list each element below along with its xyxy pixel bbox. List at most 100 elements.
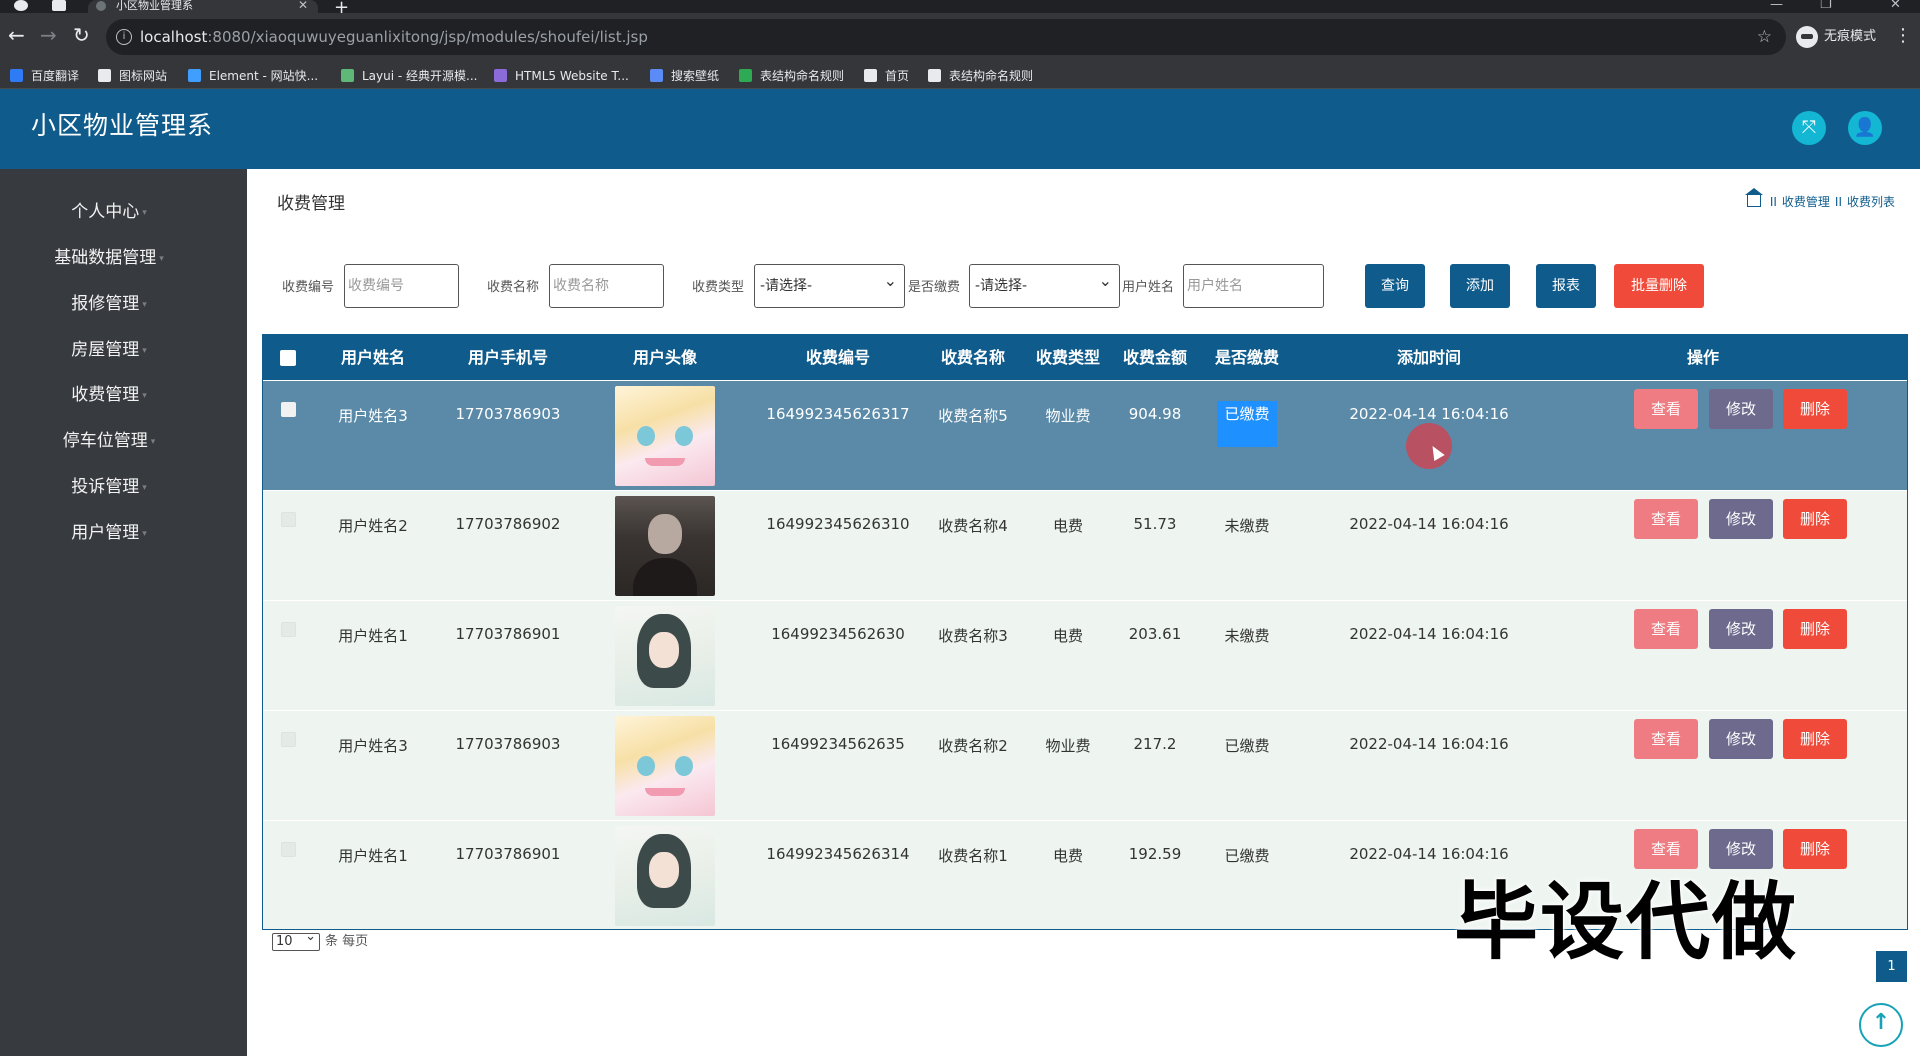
fee-code-input[interactable]: 收费编号 bbox=[344, 264, 459, 308]
cell-added-time: 2022-04-14 16:04:16 bbox=[1349, 625, 1509, 643]
row-checkbox[interactable] bbox=[281, 512, 296, 527]
delete-button[interactable]: 删除 bbox=[1783, 389, 1847, 429]
column-header: 操作 bbox=[1686, 348, 1719, 367]
column-header: 添加时间 bbox=[1396, 348, 1461, 367]
view-button[interactable]: 查看 bbox=[1634, 389, 1698, 429]
search-button[interactable]: 查询 bbox=[1365, 264, 1425, 308]
row-checkbox[interactable] bbox=[281, 842, 296, 857]
window-icon bbox=[52, 0, 66, 11]
cell-phone: 17703786901 bbox=[455, 845, 561, 863]
fee-name-input[interactable]: 收费名称 bbox=[549, 264, 664, 308]
cell-phone: 17703786901 bbox=[455, 625, 561, 643]
cell-fee-type: 物业费 bbox=[1045, 407, 1091, 425]
breadcrumb-item-fee-management[interactable]: 收费管理 bbox=[1782, 195, 1830, 209]
sidebar-item-basic-data[interactable]: 基础数据管理 bbox=[0, 238, 218, 278]
cell-added-time: 2022-04-14 16:04:16 bbox=[1349, 735, 1509, 753]
bookmark-item[interactable]: Element - 网站快... bbox=[188, 67, 318, 85]
blonde-anime-avatar bbox=[615, 716, 715, 816]
breadcrumb: II 收费管理 II 收费列表 bbox=[1744, 188, 1895, 210]
incognito-indicator[interactable]: 无痕模式 bbox=[1796, 21, 1876, 53]
breadcrumb-item-fee-list: 收费列表 bbox=[1846, 195, 1895, 209]
cell-amount: 192.59 bbox=[1128, 845, 1182, 863]
delete-button[interactable]: 删除 bbox=[1783, 609, 1847, 649]
bookmark-item[interactable]: 表结构命名规则 bbox=[928, 67, 1033, 85]
sidebar-item-house[interactable]: 房屋管理 bbox=[0, 330, 218, 370]
edit-button[interactable]: 修改 bbox=[1709, 389, 1773, 429]
table-row[interactable]: 用户姓名2 17703786902 164992345626310 收费名称4 电费 51… bbox=[263, 490, 1907, 600]
user-avatar-icon[interactable]: 👤 bbox=[1848, 111, 1882, 145]
bookmark-item[interactable]: HTML5 Website T... bbox=[494, 67, 629, 85]
column-header: 收费编号 bbox=[805, 348, 870, 367]
page-number-button[interactable]: 1 bbox=[1876, 951, 1907, 982]
bookmark-item[interactable]: 搜索壁纸 bbox=[650, 67, 719, 85]
bookmark-label: 图标网站 bbox=[119, 69, 168, 83]
sidebar-item-repair[interactable]: 报修管理 bbox=[0, 284, 218, 324]
view-button[interactable]: 查看 bbox=[1634, 499, 1698, 539]
back-to-top-icon[interactable]: ↑ bbox=[1859, 1003, 1903, 1047]
view-button[interactable]: 查看 bbox=[1634, 719, 1698, 759]
paid-status-select[interactable]: -请选择- bbox=[969, 260, 1120, 308]
browser-menu-icon[interactable]: ⋮ bbox=[1894, 25, 1912, 46]
bookmark-label: 首页 bbox=[885, 69, 910, 83]
row-checkbox[interactable] bbox=[281, 622, 296, 637]
close-tab-icon[interactable]: ✕ bbox=[298, 0, 308, 11]
bookmark-item[interactable]: 百度翻译 bbox=[10, 67, 79, 85]
edit-button[interactable]: 修改 bbox=[1709, 609, 1773, 649]
url-input[interactable]: i localhost:8080/xiaoquwuyeguanlixitong/… bbox=[106, 19, 1786, 55]
view-button[interactable]: 查看 bbox=[1634, 609, 1698, 649]
batch-delete-button[interactable]: 批量删除 bbox=[1614, 264, 1704, 308]
bookmark-item[interactable]: Layui - 经典开源模... bbox=[341, 67, 477, 85]
man-photo-avatar bbox=[615, 496, 715, 596]
sidebar-item-complaint[interactable]: 投诉管理 bbox=[0, 467, 218, 507]
close-window-icon[interactable]: ✕ bbox=[1890, 0, 1901, 12]
table-row[interactable]: 用户姓名3 17703786903 16499234562635 收费名称2 物业费 21… bbox=[263, 710, 1907, 820]
edit-button[interactable]: 修改 bbox=[1709, 719, 1773, 759]
cell-fee-type: 电费 bbox=[1052, 847, 1083, 865]
cell-amount: 51.73 bbox=[1133, 515, 1177, 533]
page-size-select[interactable]: 10 bbox=[272, 929, 320, 951]
edit-button[interactable]: 修改 bbox=[1709, 499, 1773, 539]
browser-tab[interactable]: 小区物业管理系 ✕ bbox=[88, 0, 318, 13]
column-header: 收费金额 bbox=[1122, 348, 1187, 367]
sidebar-item-parking[interactable]: 停车位管理 bbox=[0, 421, 218, 461]
column-header: 用户手机号 bbox=[467, 348, 548, 367]
column-header: 用户头像 bbox=[632, 348, 697, 367]
bookmark-item[interactable]: 图标网站 bbox=[98, 67, 167, 85]
select-all-checkbox[interactable] bbox=[280, 350, 296, 366]
restore-icon[interactable]: ❐ bbox=[1820, 0, 1832, 12]
page-size-control: 10 条 每页 bbox=[272, 929, 368, 951]
sidebar-item-user[interactable]: 用户管理 bbox=[0, 513, 218, 553]
sidebar-item-personal-center[interactable]: 个人中心 bbox=[0, 192, 218, 232]
forward-icon[interactable]: → bbox=[40, 25, 57, 45]
bookmark-item[interactable]: 首页 bbox=[864, 67, 909, 85]
bookmark-star-icon[interactable]: ☆ bbox=[1757, 19, 1772, 55]
browser-logo-icon bbox=[14, 0, 28, 11]
bookmark-label: Element - 网站快... bbox=[209, 69, 319, 83]
cell-fee-name: 收费名称1 bbox=[938, 847, 1008, 865]
table-row[interactable]: 用户姓名1 17703786901 16499234562630 收费名称3 电费 203… bbox=[263, 600, 1907, 710]
sidebar-item-fee[interactable]: 收费管理 bbox=[0, 375, 218, 415]
row-checkbox[interactable] bbox=[281, 732, 296, 747]
report-button[interactable]: 报表 bbox=[1536, 264, 1596, 308]
add-button[interactable]: 添加 bbox=[1450, 264, 1510, 308]
cell-user-name: 用户姓名1 bbox=[338, 627, 408, 645]
fullscreen-icon[interactable]: ⤧ bbox=[1792, 111, 1826, 145]
reload-icon[interactable]: ↻ bbox=[73, 25, 90, 45]
fee-type-select[interactable]: -请选择- bbox=[754, 260, 905, 308]
home-icon[interactable] bbox=[1744, 188, 1763, 207]
user-name-input[interactable]: 用户姓名 bbox=[1183, 264, 1324, 308]
page-title: 收费管理 bbox=[277, 194, 345, 214]
cell-paid-status: 已缴费 bbox=[1224, 737, 1270, 755]
back-icon[interactable]: ← bbox=[8, 25, 25, 45]
minimize-icon[interactable]: — bbox=[1770, 0, 1783, 12]
browser-tabbar: 小区物业管理系 ✕ + — ❐ ✕ bbox=[0, 0, 1920, 18]
bookmark-item[interactable]: 表结构命名规则 bbox=[739, 67, 844, 85]
column-header: 收费类型 bbox=[1035, 348, 1100, 367]
delete-button[interactable]: 删除 bbox=[1783, 719, 1847, 759]
table-row[interactable]: 用户姓名3 17703786903 164992345626317 收费名称5 物业费 9… bbox=[263, 380, 1907, 490]
row-checkbox[interactable] bbox=[281, 402, 296, 417]
delete-button[interactable]: 删除 bbox=[1783, 499, 1847, 539]
cell-paid-status: 已缴费 bbox=[1224, 847, 1270, 865]
user-name-label: 用户姓名 bbox=[1122, 280, 1175, 295]
site-info-icon[interactable]: i bbox=[116, 29, 132, 45]
